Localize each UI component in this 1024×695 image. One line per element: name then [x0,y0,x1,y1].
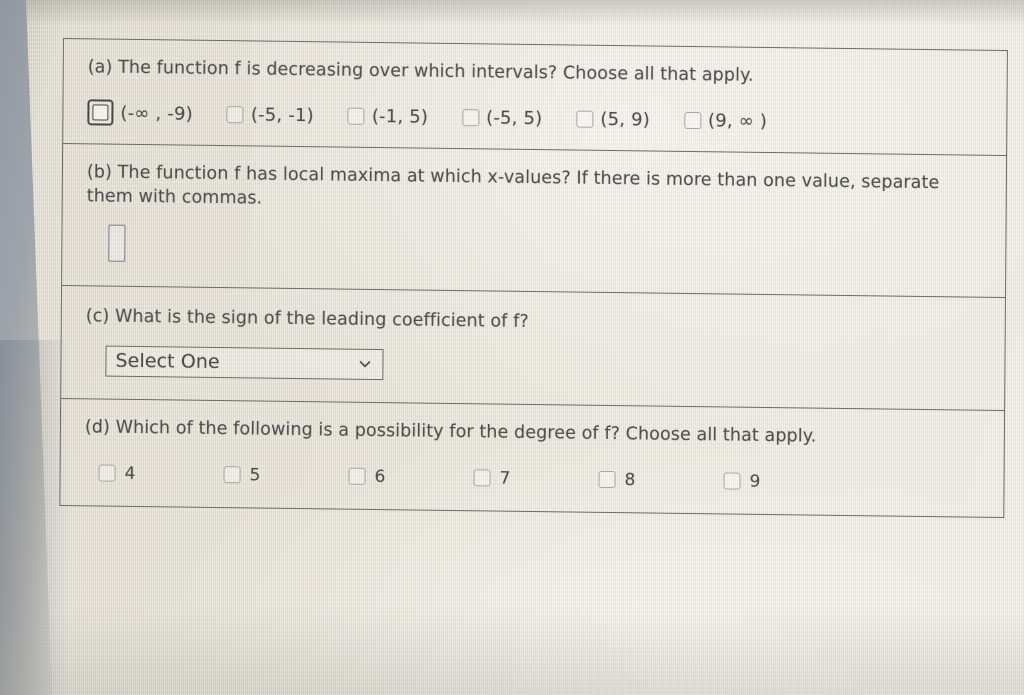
checkbox-icon[interactable] [223,466,241,484]
question-d-prompt: (d) Which of the following is a possibil… [84,416,817,447]
checkbox-option-label: (-∞ , -9) [120,102,193,125]
question-row-a: (a) The function f is decreasing over wh… [63,39,1007,157]
question-row-d: (d) Which of the following is a possibil… [60,399,1004,517]
checkbox-option-label: (-5, -1) [250,104,314,126]
checkbox-icon[interactable] [473,469,491,487]
chevron-down-icon[interactable] [358,357,371,370]
checkbox-option-degree-8[interactable]: 8 [598,470,723,492]
checkbox-icon[interactable] [576,110,594,128]
checkbox-icon[interactable] [598,471,616,489]
checkbox-option-degree-9[interactable]: 9 [723,471,848,493]
checkbox-icon[interactable] [347,107,365,125]
checkbox-option-degree-6[interactable]: 6 [348,466,473,488]
select-selected-value: Select One [115,349,220,374]
question-b-prompt: (b) The function f has local maxima at w… [86,162,940,209]
checkbox-option-label: 8 [624,469,636,491]
checkbox-option-degree-5[interactable]: 5 [223,465,348,487]
checkbox-icon-focused[interactable] [87,99,114,126]
checkbox-icon[interactable] [226,105,244,123]
local-maxima-input[interactable] [108,225,126,263]
question-c-prompt: (c) What is the sign of the leading coef… [85,306,529,333]
checkbox-inner-box [92,104,109,121]
question-row-b: (b) The function f has local maxima at w… [62,144,1007,299]
question-table: (a) The function f is decreasing over wh… [59,38,1008,518]
checkbox-option-label: (-1, 5) [371,105,429,128]
checkbox-option-degree-4[interactable]: 4 [98,463,224,485]
checkbox-icon[interactable] [462,108,480,126]
checkbox-option-neg5-5[interactable]: (-5, 5) [462,107,542,129]
question-row-c: (c) What is the sign of the leading coef… [61,286,1005,411]
question-a-options: (-∞ , -9) (-5, -1) (-1, 5) (-5, 5) (5, 9 [87,99,982,136]
checkbox-option-label: 6 [374,466,386,487]
checkbox-option-9-inf[interactable]: (9, ∞ ) [683,109,768,132]
checkbox-option-label: 4 [124,463,136,484]
checkbox-option-label: 7 [499,468,511,489]
question-d-options: 4 5 6 7 8 9 [85,463,980,494]
leading-coefficient-select[interactable]: Select One [105,345,384,380]
checkbox-option-5-9[interactable]: (5, 9) [576,108,650,130]
checkbox-icon[interactable] [683,111,702,129]
question-a-prompt: (a) The function f is decreasing over wh… [87,57,754,86]
checkbox-icon[interactable] [723,472,741,490]
checkbox-option-label: (9, ∞ ) [707,109,768,132]
checkbox-option-degree-7[interactable]: 7 [473,468,598,490]
checkbox-option-label: 5 [249,465,261,486]
checkbox-option-label: 9 [749,471,761,492]
checkbox-option-neg-inf-neg9[interactable]: (-∞ , -9) [87,99,193,126]
checkbox-icon[interactable] [98,464,116,482]
checkbox-option-neg5-neg1[interactable]: (-5, -1) [226,104,314,126]
photographed-worksheet-screen: (a) The function f is decreasing over wh… [0,0,1024,695]
checkbox-option-label: (5, 9) [600,108,651,131]
checkbox-option-neg1-5[interactable]: (-1, 5) [347,105,429,128]
checkbox-option-label: (-5, 5) [486,107,543,129]
checkbox-icon[interactable] [348,467,366,486]
